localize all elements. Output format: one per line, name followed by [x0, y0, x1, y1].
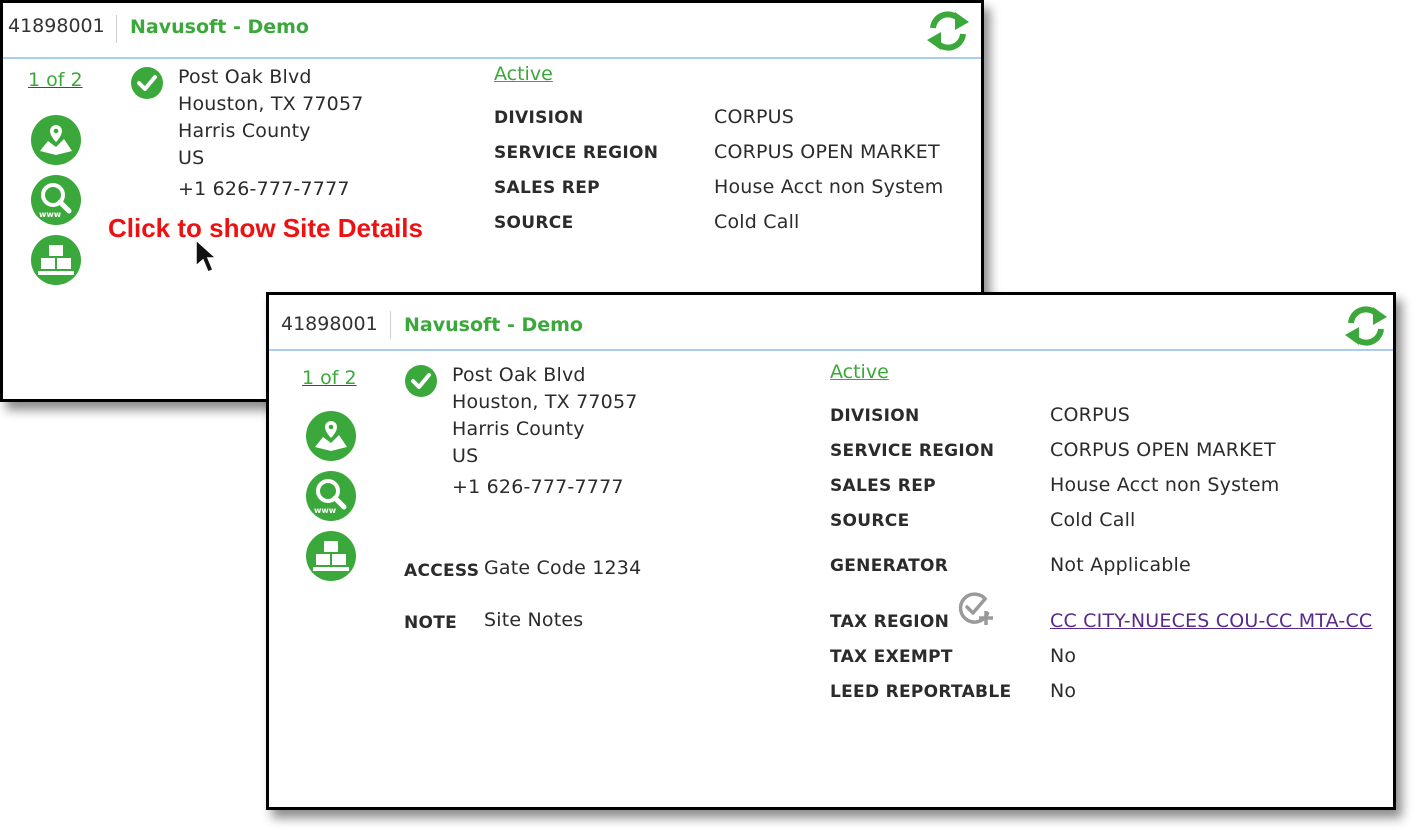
tax-region-label: TAX REGION — [830, 612, 950, 632]
address-line2: Houston, TX 77057 — [452, 391, 638, 413]
account-title: Navusoft - Demo — [404, 314, 583, 336]
tax-exempt-label: TAX EXEMPT — [830, 647, 953, 667]
pagination-link[interactable]: 1 of 2 — [302, 367, 357, 389]
header-divider — [116, 15, 117, 43]
address-block: Post Oak Blvd Houston, TX 77057 Harris C… — [452, 362, 638, 501]
sales-rep-value: House Acct non System — [714, 176, 944, 198]
site-card-expanded: 41898001 Navusoft - Demo 1 of 2 www Post… — [266, 292, 1396, 810]
annotation-callout: Click to show Site Details — [108, 213, 423, 243]
inventory-button[interactable] — [306, 531, 356, 581]
mouse-pointer-icon — [195, 238, 218, 273]
svg-text:www: www — [314, 506, 337, 515]
note-label: NOTE — [404, 613, 458, 633]
check-add-icon[interactable] — [956, 588, 996, 628]
account-number: 41898001 — [281, 313, 378, 335]
leed-reportable-label: LEED REPORTABLE — [830, 682, 1012, 702]
card-header: 41898001 Navusoft - Demo — [3, 3, 981, 59]
boxes-icon — [38, 245, 74, 275]
division-label: DIVISION — [494, 108, 584, 128]
phone-number: +1 626-777-7777 — [452, 476, 624, 498]
source-value: Cold Call — [714, 211, 800, 233]
account-number: 41898001 — [8, 15, 105, 37]
status-link[interactable]: Active — [830, 361, 889, 383]
source-label: SOURCE — [830, 511, 910, 531]
leed-reportable-value: No — [1050, 680, 1077, 702]
service-region-label: SERVICE REGION — [494, 143, 659, 163]
division-value: CORPUS — [714, 106, 795, 128]
sales-rep-value: House Acct non System — [1050, 474, 1280, 496]
address-county: Harris County — [452, 418, 585, 440]
division-label: DIVISION — [830, 406, 920, 426]
service-region-label: SERVICE REGION — [830, 441, 995, 461]
web-search-button[interactable]: www — [31, 175, 81, 225]
phone-number: +1 626-777-7777 — [178, 178, 350, 200]
division-value: CORPUS — [1050, 404, 1131, 426]
note-value: Site Notes — [484, 609, 584, 631]
check-circle-icon — [131, 67, 163, 99]
sales-rep-label: SALES REP — [830, 476, 936, 496]
access-value: Gate Code 1234 — [484, 557, 642, 579]
map-pin-icon — [315, 421, 347, 451]
refresh-icon[interactable] — [1343, 303, 1389, 349]
address-country: US — [452, 445, 479, 467]
web-search-icon: www — [314, 479, 347, 515]
address-country: US — [178, 147, 205, 169]
address-block: Post Oak Blvd Houston, TX 77057 Harris C… — [178, 64, 364, 203]
svg-text:www: www — [39, 210, 62, 219]
tax-region-link[interactable]: CC CITY-NUECES COU-CC MTA-CC — [1050, 610, 1372, 632]
card-header: 41898001 Navusoft - Demo — [269, 295, 1393, 351]
map-button[interactable] — [31, 115, 81, 165]
boxes-icon — [313, 541, 349, 571]
inventory-button[interactable] — [31, 235, 81, 285]
generator-label: GENERATOR — [830, 556, 949, 576]
refresh-icon[interactable] — [925, 8, 971, 54]
address-line1: Post Oak Blvd — [452, 364, 586, 386]
account-title: Navusoft - Demo — [130, 16, 309, 38]
sales-rep-label: SALES REP — [494, 178, 600, 198]
header-divider — [390, 311, 391, 339]
address-line2: Houston, TX 77057 — [178, 93, 364, 115]
address-county: Harris County — [178, 120, 311, 142]
map-button[interactable] — [306, 411, 356, 461]
pagination-link[interactable]: 1 of 2 — [28, 69, 83, 91]
service-region-value: CORPUS OPEN MARKET — [714, 141, 940, 163]
status-link[interactable]: Active — [494, 63, 553, 85]
source-label: SOURCE — [494, 213, 574, 233]
generator-value: Not Applicable — [1050, 554, 1191, 576]
address-line1: Post Oak Blvd — [178, 66, 312, 88]
check-circle-icon — [405, 365, 437, 397]
web-search-button[interactable]: www — [306, 471, 356, 521]
service-region-value: CORPUS OPEN MARKET — [1050, 439, 1276, 461]
web-search-icon: www — [39, 183, 72, 219]
source-value: Cold Call — [1050, 509, 1136, 531]
tax-exempt-value: No — [1050, 645, 1077, 667]
access-label: ACCESS — [404, 561, 480, 581]
map-pin-icon — [40, 125, 72, 155]
